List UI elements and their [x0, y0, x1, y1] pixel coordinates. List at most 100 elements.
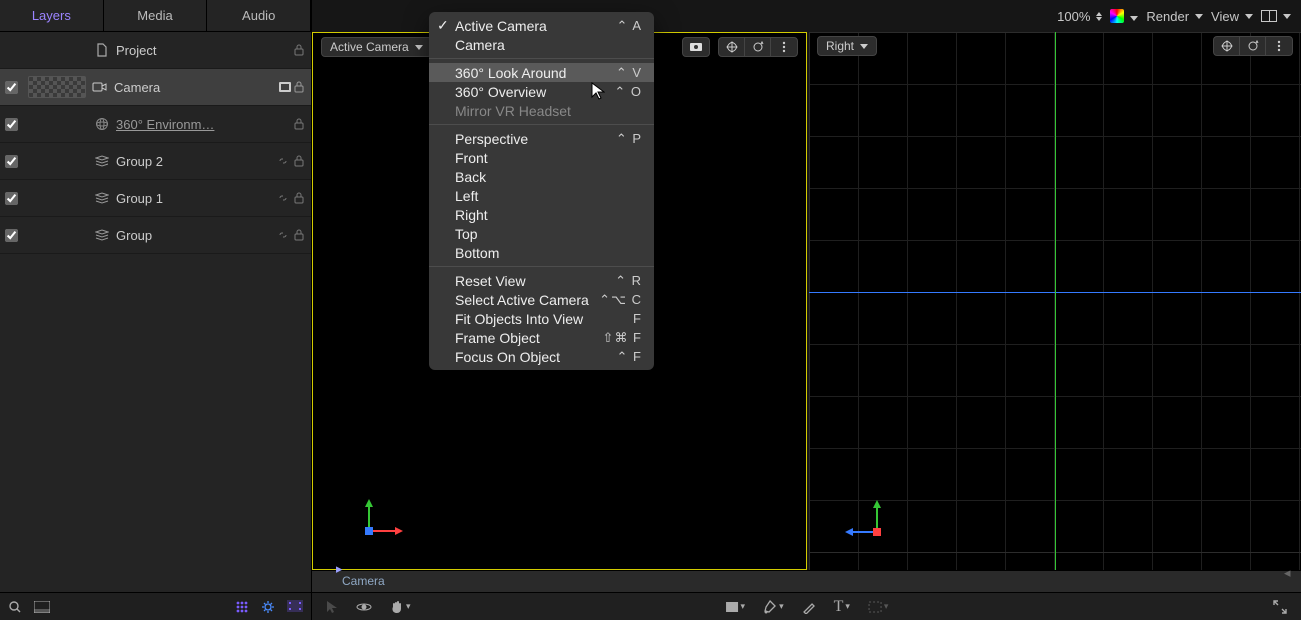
menu-shortcut: ⌃⌥ C [599, 292, 642, 308]
render-label: Render [1146, 9, 1189, 24]
view-label: View [1211, 9, 1239, 24]
menu-item-360-look-around[interactable]: 360° Look Around ⌃ V [429, 63, 654, 82]
pan-icon[interactable] [719, 38, 745, 56]
camera-menu: ✓Active Camera⌃ A Camera 360° Look Aroun… [429, 12, 654, 370]
axis-gizmo-left [357, 489, 407, 539]
layer-row-camera[interactable]: Camera [0, 69, 311, 106]
orbit-tool-icon[interactable] [356, 599, 372, 615]
layer-label: Group 2 [116, 154, 277, 169]
menu-item-reset-view[interactable]: Reset View⌃ R [429, 271, 654, 290]
layer-checkbox[interactable] [0, 189, 22, 208]
text-tool-icon[interactable]: T▾ [834, 598, 850, 616]
paint-tool-icon[interactable]: ▾ [763, 600, 784, 614]
filmstrip-icon[interactable] [287, 600, 303, 614]
menu-item-frame-object[interactable]: Frame Object⇧⌘ F [429, 328, 654, 347]
search-icon[interactable] [8, 600, 22, 614]
menu-item-right[interactable]: Right [429, 205, 654, 224]
nav-controls-right [1213, 36, 1293, 56]
more-icon[interactable] [1266, 37, 1292, 55]
menu-item-label: 360° Look Around [455, 65, 566, 81]
sidebar: Layers Media Audio Project Camera [0, 0, 312, 620]
layer-row-project[interactable]: Project [0, 32, 311, 69]
viewport-right[interactable]: Right [809, 32, 1301, 570]
color-channel-dropdown[interactable] [1110, 9, 1138, 24]
hand-tool-icon[interactable]: ▾ [390, 600, 411, 614]
layer-row-group1[interactable]: Group 1 [0, 180, 311, 217]
badge-icon [277, 79, 293, 95]
layout-dropdown[interactable] [1261, 10, 1291, 22]
tab-media[interactable]: Media [104, 0, 208, 31]
menu-item-label: Select Active Camera [455, 292, 589, 308]
camera-dropdown-left[interactable]: Active Camera [321, 37, 432, 57]
sidebar-footer [0, 592, 311, 620]
link-icon[interactable] [277, 229, 289, 241]
menu-item-left[interactable]: Left [429, 186, 654, 205]
tab-layers[interactable]: Layers [0, 0, 104, 31]
menu-item-label: Top [455, 226, 478, 242]
menu-item-select-active-camera[interactable]: Select Active Camera ⌃⌥ C [429, 290, 654, 309]
menu-item-front[interactable]: Front [429, 148, 654, 167]
sphere-icon [94, 116, 110, 132]
menu-item-perspective[interactable]: Perspective⌃ P [429, 129, 654, 148]
menu-item-focus-object[interactable]: Focus On Object⌃ F [429, 347, 654, 366]
camera-dropdown-label: Active Camera [330, 40, 409, 54]
layer-checkbox[interactable] [0, 152, 22, 171]
camera-frame-icon[interactable] [683, 38, 709, 56]
menu-item-label: Camera [455, 37, 505, 53]
menu-item-label: Frame Object [455, 330, 540, 346]
menu-item-back[interactable]: Back [429, 167, 654, 186]
layer-checkbox[interactable] [0, 226, 22, 245]
menu-item-360-overview[interactable]: 360° Overview⌃ O [429, 82, 654, 101]
vertical-axis [1055, 32, 1056, 570]
gear-icon[interactable] [261, 600, 275, 614]
orbit-icon[interactable] [1240, 37, 1266, 55]
orbit-icon[interactable] [745, 38, 771, 56]
pointer-tool-icon[interactable] [326, 600, 338, 614]
link-icon[interactable] [277, 155, 289, 167]
menu-item-label: Active Camera [455, 18, 547, 34]
layer-label: Group [116, 228, 277, 243]
layer-row-group2[interactable]: Group 2 [0, 143, 311, 180]
layer-row-group[interactable]: Group [0, 217, 311, 254]
lock-icon[interactable] [293, 118, 305, 130]
playhead-end-icon[interactable]: ▸ [1284, 565, 1291, 581]
tab-audio[interactable]: Audio [207, 0, 311, 31]
menu-item-camera[interactable]: Camera [429, 35, 654, 54]
view-dropdown[interactable]: View [1211, 9, 1253, 24]
menu-item-active-camera[interactable]: ✓Active Camera⌃ A [429, 16, 654, 35]
menu-item-label: Reset View [455, 273, 526, 289]
lock-icon[interactable] [293, 192, 305, 204]
layer-checkbox[interactable] [0, 115, 22, 134]
timeline[interactable]: ▸ Camera ▸ [312, 570, 1301, 592]
panel-icon[interactable] [34, 601, 50, 613]
layer-checkbox[interactable] [0, 78, 22, 97]
menu-item-label: Bottom [455, 245, 499, 261]
menu-item-bottom[interactable]: Bottom [429, 243, 654, 262]
grid-icon[interactable] [235, 600, 249, 614]
lock-icon[interactable] [293, 44, 305, 56]
lock-icon[interactable] [293, 155, 305, 167]
stack-icon [94, 153, 110, 169]
lock-icon[interactable] [293, 81, 305, 93]
zoom-level[interactable]: 100% [1057, 9, 1102, 24]
chevron-down-icon [1128, 9, 1138, 24]
color-wheel-icon [1110, 9, 1124, 23]
menu-shortcut: ⌃ V [616, 65, 642, 81]
layer-row-360env[interactable]: 360° Environm… [0, 106, 311, 143]
zoom-label: 100% [1057, 9, 1090, 24]
render-dropdown[interactable]: Render [1146, 9, 1203, 24]
view-mode-button[interactable] [682, 37, 710, 57]
shape-tool-icon[interactable]: ▾ [725, 601, 746, 613]
menu-item-top[interactable]: Top [429, 224, 654, 243]
lock-icon[interactable] [293, 229, 305, 241]
more-icon[interactable] [771, 38, 797, 56]
brush-tool-icon[interactable] [802, 600, 816, 614]
link-icon[interactable] [277, 192, 289, 204]
mask-tool-icon[interactable]: ▾ [868, 601, 889, 613]
pan-icon[interactable] [1214, 37, 1240, 55]
expand-icon[interactable] [1273, 600, 1287, 614]
camera-dropdown-right[interactable]: Right [817, 36, 877, 56]
menu-item-fit-objects[interactable]: Fit Objects Into ViewF [429, 309, 654, 328]
menu-shortcut: ⌃ P [616, 131, 642, 147]
layout-icon [1261, 10, 1277, 22]
